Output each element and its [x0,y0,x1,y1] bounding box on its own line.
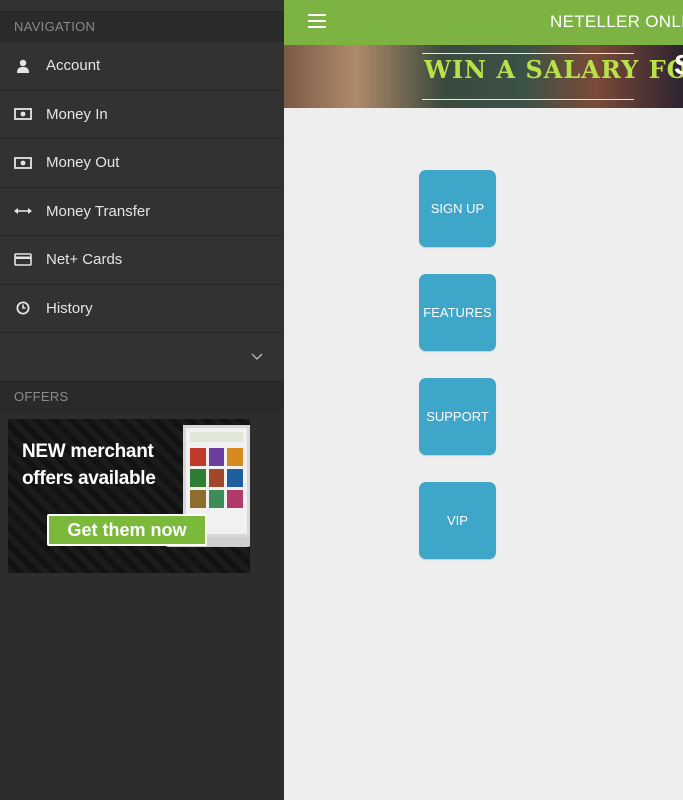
banknote-icon [14,105,32,123]
promo-side-text: S [674,49,683,81]
chevron-down-icon [248,348,266,366]
main-content: NETELLER ONLI WIN A SALARY FOR A YEAR S … [284,0,683,800]
sidebar-item-history[interactable]: History [0,284,284,333]
sidebar-expand-toggle[interactable] [0,333,284,382]
get-them-now-button[interactable]: Get them now [47,514,207,546]
support-button[interactable]: SUPPORT [419,378,496,455]
promo-headline: WIN A SALARY FOR A YEAR [424,55,683,84]
sidebar-top-divider [0,0,284,12]
banknote-icon [14,154,32,172]
clock-icon [14,299,32,317]
vip-button[interactable]: VIP [419,482,496,559]
top-app-bar: NETELLER ONLI [284,0,683,45]
offer-banner[interactable]: NEW merchant offers available Get them n… [8,419,250,573]
sidebar-item-money-in[interactable]: Money In [0,90,284,139]
sidebar-item-label: Money In [46,105,108,123]
sidebar-item-label: History [46,299,93,317]
sidebar-item-money-transfer[interactable]: Money Transfer [0,187,284,236]
app-title: NETELLER ONLI [550,12,683,31]
features-button[interactable]: FEATURES [419,274,496,351]
user-icon [14,57,32,75]
promo-rule-top [422,53,634,54]
navigation-section-label: NAVIGATION [0,12,284,42]
offer-headline-line-1: NEW merchant [22,441,154,462]
promo-banner[interactable]: WIN A SALARY FOR A YEAR S [284,45,683,108]
hamburger-icon[interactable] [308,14,326,28]
sidebar-item-label: Money Transfer [46,202,151,220]
sidebar-item-account[interactable]: Account [0,42,284,91]
offer-headline-line-2: offers available [22,468,156,489]
transfer-arrows-icon [14,202,32,220]
credit-card-icon [14,251,32,269]
sidebar: NAVIGATION Account Money In Money Out Mo… [0,0,284,800]
offers-section-label: OFFERS [0,381,284,412]
sidebar-item-money-out[interactable]: Money Out [0,139,284,188]
sidebar-item-label: Money Out [46,154,120,172]
sidebar-item-net-plus-cards[interactable]: Net+ Cards [0,236,284,285]
sign-up-button[interactable]: SIGN UP [419,170,496,247]
promo-rule-bottom [422,99,634,100]
tile-menu: SIGN UP FEATURES SUPPORT VIP [419,170,496,586]
sidebar-item-label: Account [46,57,101,75]
sidebar-item-label: Net+ Cards [46,251,123,269]
